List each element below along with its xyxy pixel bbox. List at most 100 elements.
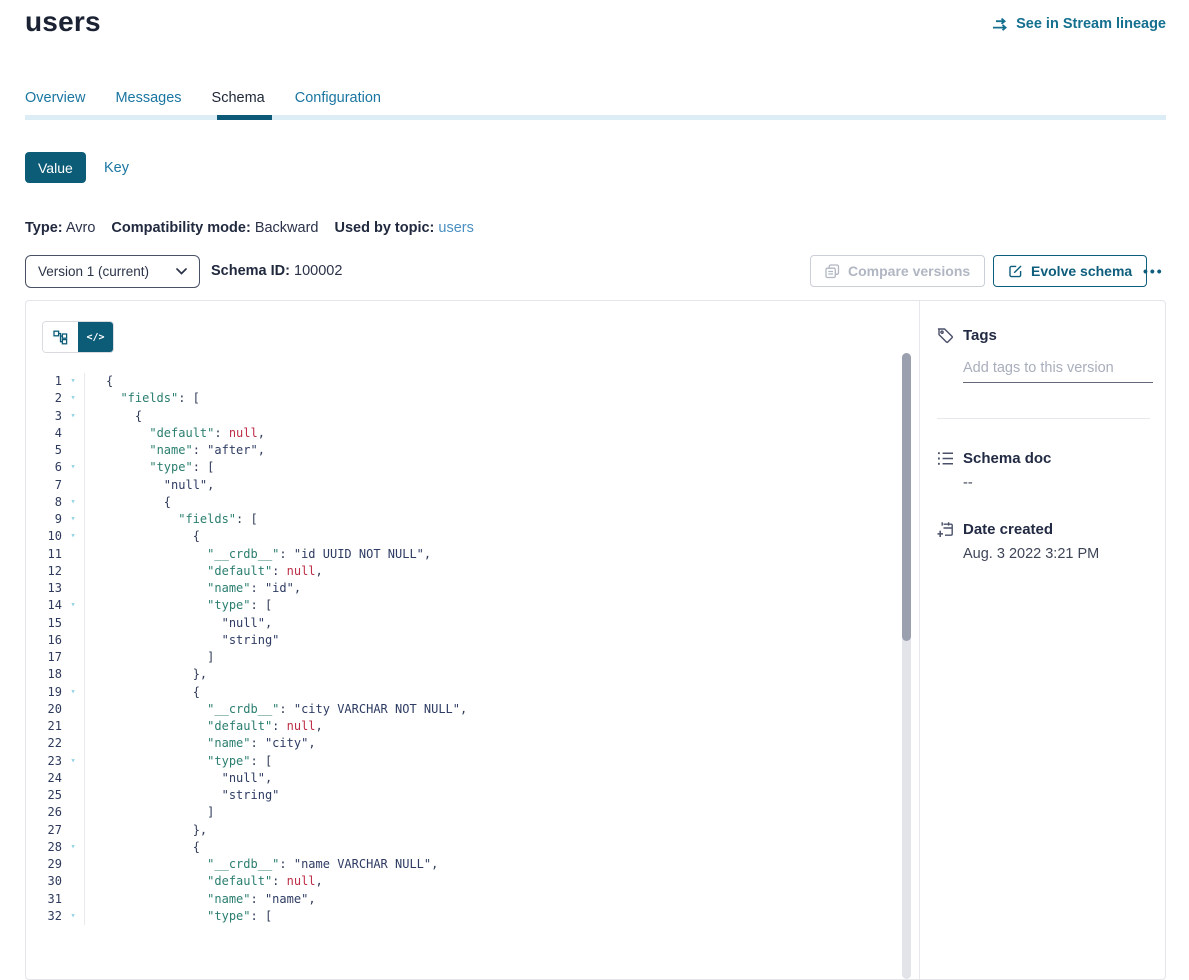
schema-id-field: Schema ID: 100002 [211,263,342,279]
editor-scrollbar-track[interactable] [902,353,911,979]
fold-toggle-icon[interactable]: ▾ [62,373,85,390]
code-text: "null", [85,770,272,787]
code-line: 15"null", [26,615,896,632]
fold-toggle-icon[interactable]: ▾ [62,684,85,701]
fold-toggle-icon[interactable]: ▾ [62,408,85,425]
fold-spacer [62,873,85,890]
compatibility-label: Compatibility mode: [111,220,250,236]
line-number: 10 [26,528,62,545]
line-number: 20 [26,701,62,718]
tab-schema[interactable]: Schema [212,90,265,106]
code-view-icon: </> [86,332,104,343]
version-select[interactable]: Version 1 (current) [25,255,200,288]
code-line: 21"default": null, [26,718,896,735]
calendar-plus-icon [937,521,954,538]
code-line: 20"__crdb__": "city VARCHAR NOT NULL", [26,701,896,718]
fold-spacer [62,563,85,580]
type-value: Avro [66,220,96,236]
code-text: "type": [ [85,597,272,614]
line-number: 22 [26,735,62,752]
fold-spacer [62,770,85,787]
fold-toggle-icon[interactable]: ▾ [62,459,85,476]
line-number: 15 [26,615,62,632]
line-number: 25 [26,787,62,804]
value-toggle-button[interactable]: Value [25,152,86,183]
schema-doc-title: Schema doc [963,450,1051,467]
tree-view-button[interactable] [43,322,78,352]
tab-messages[interactable]: Messages [115,90,181,106]
code-text: { [85,839,200,856]
fold-spacer [62,615,85,632]
more-options-button[interactable]: ••• [1143,255,1164,287]
line-number: 32 [26,908,62,925]
editor-scrollbar-thumb[interactable] [902,353,911,641]
code-text: { [85,373,113,390]
sidebar-divider [937,418,1150,419]
fold-spacer [62,735,85,752]
schema-panel: </> 1▾{2▾"fields": [3▾{4"default": null,… [25,300,1166,980]
fold-toggle-icon[interactable]: ▾ [62,390,85,407]
fold-spacer [62,580,85,597]
code-line: 8▾{ [26,494,896,511]
code-line: 9▾"fields": [ [26,511,896,528]
code-text: "default": null, [85,873,323,890]
stream-lineage-link[interactable]: See in Stream lineage [992,16,1166,32]
code-line: 10▾{ [26,528,896,545]
line-number: 18 [26,666,62,683]
code-line: 25"string" [26,787,896,804]
metadata-sidebar: Tags Schema doc -- [920,301,1166,979]
fold-toggle-icon[interactable]: ▾ [62,494,85,511]
schema-doc-value: -- [963,475,1150,491]
compare-versions-button[interactable]: Compare versions [810,255,985,287]
code-text: "null", [85,477,214,494]
fold-spacer [62,718,85,735]
chevron-down-icon [176,268,187,275]
code-text: "string" [85,632,279,649]
tags-input[interactable] [963,356,1153,383]
code-text: "default": null, [85,425,265,442]
fold-toggle-icon[interactable]: ▾ [62,908,85,925]
code-view-button[interactable]: </> [78,322,113,352]
code-line: 17] [26,649,896,666]
tab-configuration[interactable]: Configuration [295,90,381,106]
date-created-section: Date created Aug. 3 2022 3:21 PM [937,521,1150,562]
fold-spacer [62,822,85,839]
code-line: 28▾{ [26,839,896,856]
line-number: 13 [26,580,62,597]
evolve-schema-button[interactable]: Evolve schema [993,255,1147,287]
code-line: 24 "null", [26,770,896,787]
tags-title: Tags [963,327,997,344]
compare-versions-icon [825,264,840,279]
fold-spacer [62,546,85,563]
stream-lineage-label: See in Stream lineage [1016,16,1166,32]
code-editor[interactable]: 1▾{2▾"fields": [3▾{4"default": null,5"na… [26,373,896,925]
tab-overview[interactable]: Overview [25,90,85,106]
topic-link[interactable]: users [438,220,473,236]
code-text: { [85,528,200,545]
tab-bar: Overview Messages Schema Configuration [25,90,381,106]
line-number: 3 [26,408,62,425]
code-line: 26] [26,804,896,821]
fold-toggle-icon[interactable]: ▾ [62,597,85,614]
line-number: 24 [26,770,62,787]
fold-spacer [62,442,85,459]
line-number: 9 [26,511,62,528]
code-text: "name": "city", [85,735,316,752]
fold-toggle-icon[interactable]: ▾ [62,839,85,856]
line-number: 7 [26,477,62,494]
line-number: 6 [26,459,62,476]
code-text: "fields": [ [85,390,200,407]
code-line: 31"name": "name", [26,891,896,908]
fold-toggle-icon[interactable]: ▾ [62,528,85,545]
key-toggle-link[interactable]: Key [104,160,129,176]
code-line: 11"__crdb__": "id UUID NOT NULL", [26,546,896,563]
code-text: "name": "name", [85,891,316,908]
code-text: "default": null, [85,563,323,580]
fold-toggle-icon[interactable]: ▾ [62,753,85,770]
fold-toggle-icon[interactable]: ▾ [62,511,85,528]
line-number: 21 [26,718,62,735]
code-text: "name": "after", [85,442,265,459]
code-text: "name": "id", [85,580,301,597]
tags-section-header: Tags [937,327,1150,344]
schema-id-value: 100002 [294,263,342,279]
